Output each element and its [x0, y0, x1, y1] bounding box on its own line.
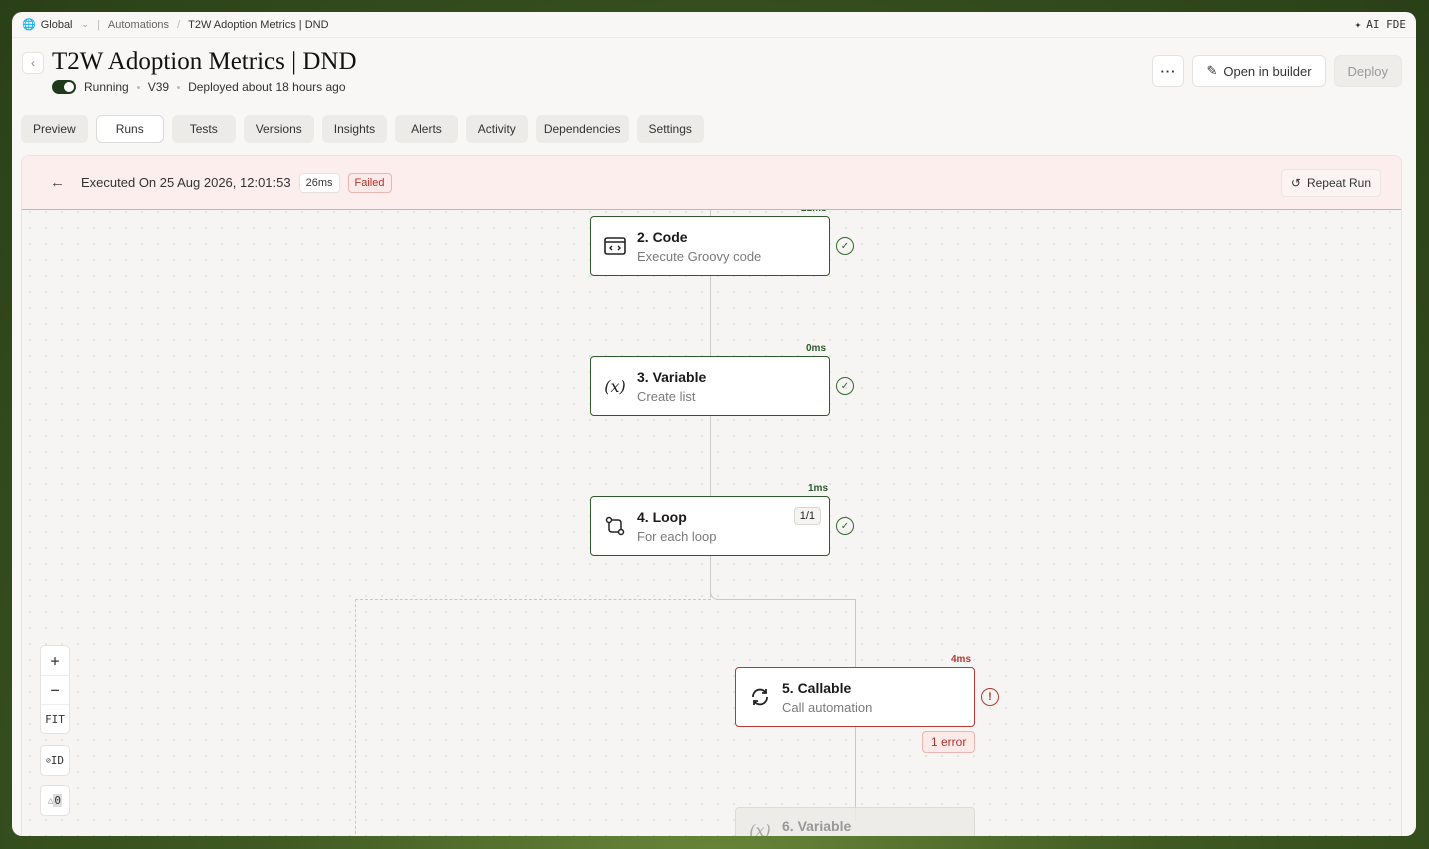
node-title: 2. Code — [637, 228, 688, 245]
node-variable[interactable]: (x) 3. Variable Create list — [590, 356, 830, 416]
arrow-left-icon[interactable]: ← — [50, 174, 65, 191]
app-window: 🌐 Global ⌄ | Automations / T2W Adoption … — [12, 12, 1416, 836]
version-label: V39 — [147, 80, 170, 94]
node-title: 5. Callable — [782, 679, 852, 696]
breadcrumb-automations[interactable]: Automations — [108, 19, 169, 31]
node-duration: 1ms — [808, 483, 829, 494]
status-badge: Failed — [347, 172, 392, 193]
deploy-button[interactable]: Deploy — [1333, 55, 1402, 87]
deployed-label: Deployed about 18 hours ago — [188, 80, 346, 94]
loop-body-dashed — [355, 599, 711, 836]
variable-icon: (x) — [604, 376, 626, 396]
node-subtitle: Execute Groovy code — [637, 248, 762, 264]
top-bar: 🌐 Global ⌄ | Automations / T2W Adoption … — [12, 12, 1416, 38]
tab-preview[interactable]: Preview — [21, 115, 88, 143]
more-icon: ··· — [1160, 63, 1177, 79]
success-check-icon: ✓ — [836, 377, 854, 395]
node-subtitle: Create list — [637, 388, 696, 404]
refresh-icon: ↺ — [1290, 175, 1301, 190]
tab-versions[interactable]: Versions — [243, 115, 314, 143]
executed-label: Executed On 25 Aug 2026, 12:01:53 — [81, 175, 291, 190]
status-text: Running — [84, 80, 129, 94]
loop-icon — [603, 514, 627, 538]
workspace-label: Global — [40, 18, 73, 31]
run-info-bar: ← Executed On 25 Aug 2026, 12:01:53 26ms… — [22, 156, 1401, 210]
node-title: 6. Variable — [782, 818, 852, 834]
tab-dependencies[interactable]: Dependencies — [535, 115, 629, 143]
header-actions: ··· ✎ Open in builder Deploy — [1152, 55, 1402, 87]
sparkle-icon: ✦ — [1354, 18, 1362, 31]
separator-dot — [177, 85, 181, 89]
globe-icon: 🌐 — [22, 19, 36, 31]
loop-connector — [710, 556, 856, 600]
tab-alerts[interactable]: Alerts — [395, 115, 458, 143]
breadcrumb-separator: | — [97, 18, 100, 31]
tab-settings[interactable]: Settings — [636, 115, 704, 143]
node-duration: 0ms — [806, 343, 827, 354]
ai-fde-label: AI FDE — [1366, 18, 1406, 31]
back-button[interactable]: ‹ — [22, 52, 44, 74]
toggle-ids-label: ID — [50, 754, 65, 767]
open-in-builder-label: Open in builder — [1223, 63, 1312, 79]
success-check-icon: ✓ — [836, 517, 854, 535]
zoom-controls: + − FIT — [40, 645, 70, 734]
toggle-ids-button[interactable]: ⊘ ID — [40, 745, 70, 776]
chevron-down-icon: ⌄ — [81, 19, 90, 29]
tab-bar: Preview Runs Tests Versions Insights Ale… — [21, 115, 704, 143]
callable-icon — [748, 685, 772, 709]
separator-dot — [136, 85, 140, 89]
running-toggle[interactable] — [52, 80, 76, 94]
node-callable[interactable]: 5. Callable Call automation — [735, 667, 975, 727]
workspace-switcher[interactable]: 🌐 Global ⌄ — [22, 18, 90, 32]
warning-count: 0 — [53, 794, 63, 807]
status-line: Running V39 Deployed about 18 hours ago — [52, 80, 346, 94]
tab-insights[interactable]: Insights — [321, 115, 388, 143]
edit-icon: ✎ — [1206, 63, 1218, 78]
node-subtitle: Call automation — [782, 699, 873, 715]
code-icon — [603, 234, 627, 258]
error-count-badge[interactable]: 1 error — [922, 731, 976, 753]
node-variable-2[interactable]: (x) 6. Variable — [735, 807, 975, 836]
more-options-button[interactable]: ··· — [1152, 55, 1185, 87]
node-subtitle: For each loop — [637, 528, 717, 544]
warnings-button[interactable]: △ 0 — [40, 785, 70, 816]
breadcrumb-separator: / — [177, 18, 181, 31]
tab-tests[interactable]: Tests — [171, 115, 236, 143]
variable-icon: (x) — [749, 820, 771, 837]
node-duration: 4ms — [951, 654, 972, 665]
tab-activity[interactable]: Activity — [465, 115, 528, 143]
deploy-label: Deploy — [1347, 63, 1388, 79]
node-code[interactable]: 2. Code Execute Groovy code — [590, 216, 830, 276]
tab-runs[interactable]: Runs — [95, 115, 164, 143]
breadcrumb-current: T2W Adoption Metrics | DND — [188, 18, 329, 31]
node-title: 3. Variable — [637, 368, 707, 385]
page-header: ‹ T2W Adoption Metrics | DND Running V39… — [12, 38, 1416, 106]
fit-view-button[interactable]: FIT — [41, 704, 69, 733]
error-alert-icon: ! — [981, 688, 999, 706]
duration-chip: 26ms — [298, 172, 340, 193]
page-title: T2W Adoption Metrics | DND — [52, 48, 357, 75]
repeat-run-button[interactable]: ↺ Repeat Run — [1280, 168, 1381, 197]
success-check-icon: ✓ — [836, 237, 854, 255]
ai-fde-button[interactable]: ✦ AI FDE — [1355, 18, 1406, 31]
open-in-builder-button[interactable]: ✎ Open in builder — [1192, 55, 1326, 87]
zoom-in-button[interactable]: + — [41, 646, 69, 675]
iteration-count-badge: 1/1 — [793, 507, 821, 525]
node-title: 4. Loop — [637, 508, 687, 525]
node-loop[interactable]: 4. Loop For each loop 1/1 — [590, 496, 830, 556]
chevron-left-icon: ‹ — [31, 56, 35, 70]
zoom-out-button[interactable]: − — [41, 675, 69, 704]
repeat-run-label: Repeat Run — [1306, 175, 1371, 190]
run-canvas: 21ms 2. Code Execute Groovy code ✓ 0ms (… — [21, 155, 1402, 836]
